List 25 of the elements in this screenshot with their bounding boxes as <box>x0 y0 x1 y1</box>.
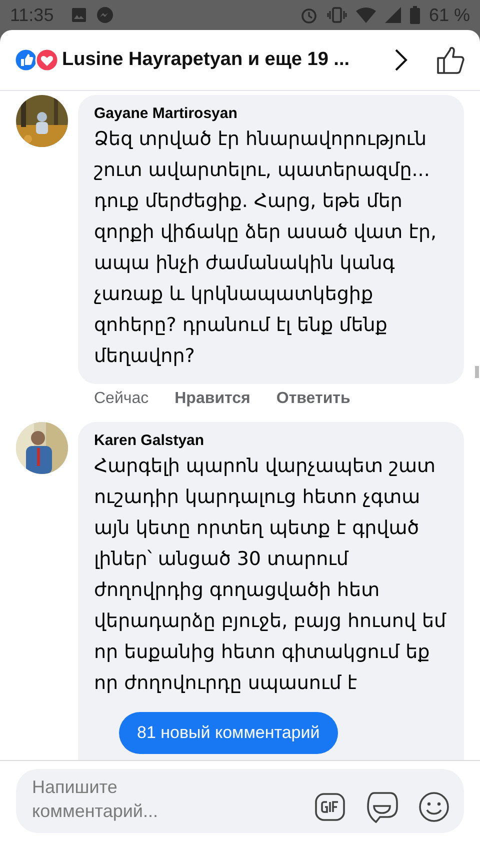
comment-author[interactable]: Gayane Martirosyan <box>94 105 448 122</box>
comment-author[interactable]: Karen Galstyan <box>94 432 448 449</box>
new-comments-button[interactable]: 81 новый комментарий <box>119 712 338 754</box>
chevron-right-icon[interactable] <box>394 48 408 72</box>
comment-text: Ձեզ տրված էր հնարավորություն շուտ ավարտելու, պատերազմը... դուք մերժեցիք. Հարց, եթե մեր զորքի վիճակը ձեր ասած վատ էր, ապա ինչի ժամանակին կանգ չառաք և կրկնապատկեցիք զոհերը? դրանում էլ ենք մենք մեղավոր? <box>94 127 438 369</box>
wifi-icon <box>356 7 376 23</box>
emoji-icon[interactable] <box>418 791 450 823</box>
image-icon <box>70 7 87 23</box>
comment-action[interactable]: Нравится <box>174 390 250 408</box>
comment-action[interactable]: Ответить <box>276 390 350 408</box>
sticker-icon[interactable] <box>366 789 398 823</box>
comment-field[interactable]: Напишите комментарий... <box>16 769 464 833</box>
comment-input-field[interactable]: Напишите комментарий... <box>32 775 202 823</box>
scrollbar-thumb <box>475 366 479 378</box>
messenger-icon <box>96 6 114 24</box>
gif-icon[interactable] <box>314 791 346 823</box>
vibrate-icon <box>326 6 347 24</box>
comment-text: Հարգելի պարոն վարչապետ շատ ուշադիր կարդալուց հետո չգտա այն կետը որտեղ պետք է գրված լիներ՝ անցած 30 տարում ժողովրդից գողացվածի հետ վերադարձը բյուջե, բայց հուսով եմ որ եսքանից հետո գիտակցում եք որ ժողովուրդը սպասում է <box>94 454 448 696</box>
signal-icon <box>384 7 401 23</box>
comment-time: Сейчас <box>94 390 149 408</box>
battery-icon <box>410 6 420 24</box>
reaction-icons <box>14 48 60 72</box>
thumbs-up-icon[interactable] <box>436 45 466 75</box>
reactions-summary[interactable]: Lusine Hayrapetyan и еще 19 ... <box>62 49 350 71</box>
alarm-icon <box>300 6 318 24</box>
